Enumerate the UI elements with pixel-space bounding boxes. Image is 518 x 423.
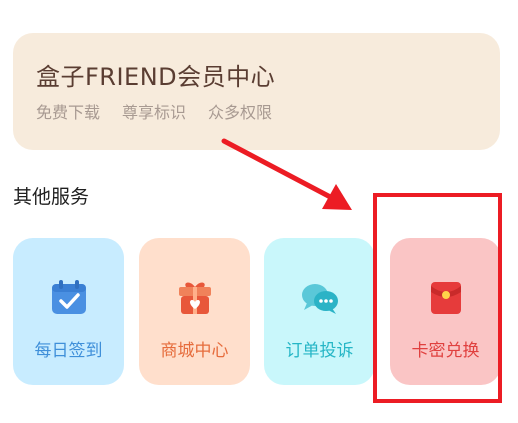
section-title-other-services: 其他服务	[13, 186, 90, 208]
page: 盒子FRIEND会员中心 免费下载 尊享标识 众多权限 其他服务 每日签到 商城…	[0, 0, 518, 423]
service-label-mall-center: 商城中心	[160, 341, 229, 361]
service-tile-daily-checkin[interactable]: 每日签到	[13, 238, 124, 385]
chat-bubbles-icon	[301, 284, 338, 314]
service-label-order-complaint: 订单投诉	[285, 341, 354, 361]
member-center-card[interactable]: 盒子FRIEND会员中心 免费下载 尊享标识 众多权限	[13, 33, 500, 150]
member-center-title: 盒子FRIEND会员中心	[36, 63, 276, 91]
service-tile-mall-center[interactable]: 商城中心	[139, 238, 250, 385]
annotation-highlight-box	[373, 193, 502, 403]
service-label-daily-checkin: 每日签到	[34, 341, 103, 361]
gift-box-icon	[178, 282, 211, 314]
member-benefit-tags: 免费下载 尊享标识 众多权限	[36, 99, 272, 123]
service-tile-order-complaint[interactable]: 订单投诉	[264, 238, 375, 385]
benefit-tag-vip-badge: 尊享标识	[122, 103, 187, 122]
calendar-check-icon	[51, 280, 86, 314]
benefit-tag-permissions: 众多权限	[208, 103, 273, 122]
benefit-tag-free-download: 免费下载	[36, 103, 101, 122]
